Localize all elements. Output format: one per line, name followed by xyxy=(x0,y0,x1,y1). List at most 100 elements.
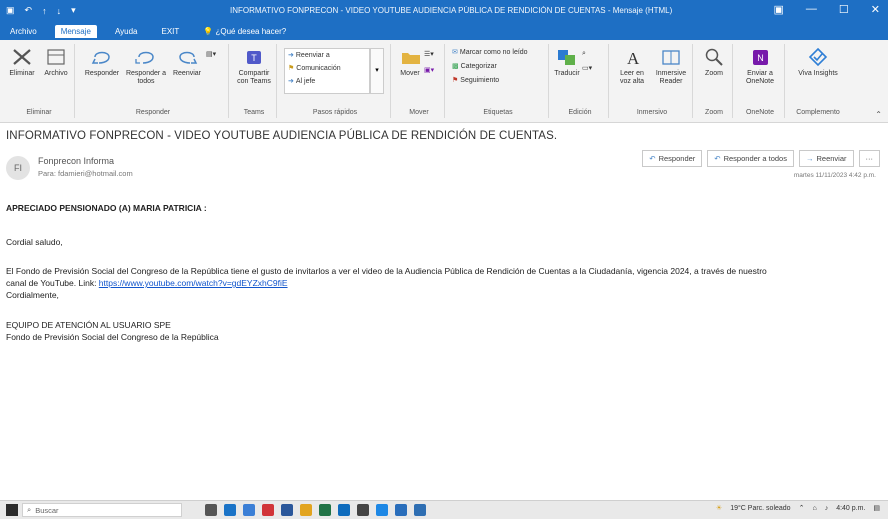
archive-icon xyxy=(43,46,69,68)
down-arrow-icon[interactable]: ↓ xyxy=(57,6,62,16)
email-closing: Cordialmente, xyxy=(6,290,59,300)
group-label-mover: Mover xyxy=(409,109,429,116)
tab-mensaje[interactable]: Mensaje xyxy=(54,24,97,38)
immersive-reader-icon xyxy=(658,46,684,68)
viva-insights-button[interactable]: Viva Insights xyxy=(798,46,838,78)
group-label-etiquetas: Etiquetas xyxy=(483,109,513,116)
tell-me-search[interactable]: 💡 ¿Qué desea hacer? xyxy=(197,25,292,38)
avatar[interactable]: FI xyxy=(6,156,30,180)
outlook-taskbar-icon[interactable] xyxy=(338,504,350,516)
share-teams-label: Compartir con Teams xyxy=(237,70,271,85)
app-icon-2[interactable] xyxy=(414,504,426,516)
forward-button[interactable]: Reenviar xyxy=(170,46,204,78)
categorize-button[interactable]: ▩ Categorizar xyxy=(452,62,497,71)
translate-label: Traducir xyxy=(554,70,580,77)
rules-button[interactable]: ☰▾ xyxy=(424,50,434,58)
teams-taskbar-icon[interactable] xyxy=(376,504,388,516)
taskbar-search[interactable]: ⌕ Buscar xyxy=(22,503,182,517)
ribbon-options-icon[interactable]: ▣ xyxy=(774,3,784,16)
immersive-reader-button[interactable]: Inmersive Reader xyxy=(652,46,690,86)
acrobat-icon[interactable] xyxy=(262,504,274,516)
quick-access-toolbar: ▣ ↶ ↑ ↓ ▾ xyxy=(6,5,76,16)
excel-icon[interactable] xyxy=(319,504,331,516)
quick-steps-scroll[interactable]: ▾ xyxy=(370,48,384,94)
group-label-inmersivo: Inmersivo xyxy=(636,109,668,116)
group-zoom: Zoom Zoom xyxy=(696,44,733,118)
zoom-button[interactable]: Zoom xyxy=(700,46,728,78)
reply-all-action-button[interactable]: ↶ Responder a todos xyxy=(707,150,794,167)
recipient-line: Para: fdamieri@hotmail.com xyxy=(38,169,133,178)
move-label: Mover xyxy=(400,70,420,77)
tab-exit[interactable]: EXIT xyxy=(155,25,185,38)
delete-button[interactable]: Eliminar xyxy=(6,46,38,78)
weather-icon[interactable]: ☀ xyxy=(716,504,722,512)
archive-button[interactable]: Archivo xyxy=(40,46,72,78)
quick-step-jefe[interactable]: ➜ Al jefe xyxy=(288,77,315,86)
volume-icon[interactable]: ♪ xyxy=(825,505,829,512)
forward-icon xyxy=(174,46,200,68)
store-icon[interactable] xyxy=(395,504,407,516)
youtube-link-prefix: canal de YouTube. Link: xyxy=(6,278,99,288)
reply-all-icon xyxy=(133,46,159,68)
group-label-responder: Responder xyxy=(135,109,171,116)
reply-all-button[interactable]: Responder a todos xyxy=(124,46,168,86)
mark-unread-button[interactable]: ✉ Marcar como no leído xyxy=(452,48,528,57)
tab-archivo[interactable]: Archivo xyxy=(4,25,43,38)
tab-ayuda[interactable]: Ayuda xyxy=(109,25,144,38)
send-onenote-button[interactable]: N Enviar a OneNote xyxy=(740,46,780,86)
group-etiquetas: ✉ Marcar como no leído ▩ Categorizar ⚑ Segu… xyxy=(448,44,549,118)
forward-action-button[interactable]: → Reenviar xyxy=(798,150,854,167)
delete-x-icon xyxy=(9,46,35,68)
tray-chevron-icon[interactable]: ⌃ xyxy=(799,504,805,512)
reply-action-button[interactable]: ↶ Responder xyxy=(642,150,703,167)
minimize-button[interactable]: — xyxy=(806,3,817,16)
windows-start-icon[interactable] xyxy=(6,504,18,516)
maximize-button[interactable]: ☐ xyxy=(839,3,849,16)
customize-icon[interactable]: ▾ xyxy=(71,5,76,16)
youtube-link[interactable]: https://www.youtube.com/watch?v=gdEYZxhC… xyxy=(99,278,288,288)
more-actions-button[interactable]: ··· xyxy=(858,150,880,167)
quick-step-reenviar[interactable]: ➜ Reenviar a xyxy=(288,51,330,60)
network-icon[interactable]: ⌂ xyxy=(812,505,816,512)
undo-icon[interactable]: ↶ xyxy=(25,5,33,16)
title-bar: ▣ ↶ ↑ ↓ ▾ INFORMATIVO FONPRECON - VIDEO … xyxy=(0,0,888,22)
collapse-ribbon-icon[interactable]: ⌃ xyxy=(875,110,882,119)
sender-name[interactable]: Fonprecon Informa xyxy=(38,156,114,166)
weather-text[interactable]: 19°C Parc. soleado xyxy=(730,505,790,512)
select-button[interactable]: ▭▾ xyxy=(582,64,592,72)
mark-unread-label: Marcar como no leído xyxy=(459,48,528,56)
explorer-icon[interactable] xyxy=(243,504,255,516)
email-subject: INFORMATIVO FONPRECON - VIDEO YOUTUBE AU… xyxy=(6,130,558,142)
taskbar: ⌕ Buscar ☀ 19°C Parc. soleado ⌃ ⌂ ♪ 4:40… xyxy=(0,500,888,519)
notifications-icon[interactable]: ▤ xyxy=(873,504,880,512)
window-title: INFORMATIVO FONPRECON - VIDEO YOUTUBE AU… xyxy=(230,6,673,15)
task-view-icon[interactable] xyxy=(205,504,217,516)
ribbon: Eliminar Archivo Eliminar Responder Resp… xyxy=(0,40,888,123)
categorize-label: Categorizar xyxy=(460,62,497,70)
quick-step-comunicacion[interactable]: ⚑ Comunicación xyxy=(288,64,341,73)
find-button[interactable]: ⌕ xyxy=(582,50,586,58)
reply-button[interactable]: Responder xyxy=(82,46,122,78)
svg-text:A: A xyxy=(627,49,640,67)
delete-label: Eliminar xyxy=(9,70,35,77)
group-teams: T Compartir con Teams Teams xyxy=(232,44,277,118)
share-teams-button[interactable]: T Compartir con Teams xyxy=(234,46,274,86)
save-icon[interactable]: ▣ xyxy=(6,5,15,16)
move-button[interactable]: Mover xyxy=(398,46,422,78)
word-icon[interactable] xyxy=(281,504,293,516)
close-button[interactable]: ✕ xyxy=(871,3,880,16)
follow-up-button[interactable]: ⚑ Seguimiento xyxy=(452,76,499,85)
person-icon: ➜ xyxy=(288,78,294,85)
group-label-zoom: Zoom xyxy=(705,109,723,116)
translate-button[interactable]: Traducir xyxy=(554,46,580,78)
quick-step-comunicacion-label: Comunicación xyxy=(296,64,341,72)
clock[interactable]: 4:40 p.m. xyxy=(836,505,865,512)
up-arrow-icon[interactable]: ↑ xyxy=(42,6,47,16)
onenote-move-button[interactable]: ▣▾ xyxy=(424,66,434,74)
more-respond-button[interactable]: ▤▾ xyxy=(206,50,216,58)
chrome-icon[interactable] xyxy=(300,504,312,516)
edge-icon[interactable] xyxy=(224,504,236,516)
app-icon[interactable] xyxy=(357,504,369,516)
read-aloud-button[interactable]: A Leer en voz alta xyxy=(614,46,650,86)
translate-icon xyxy=(554,46,580,68)
